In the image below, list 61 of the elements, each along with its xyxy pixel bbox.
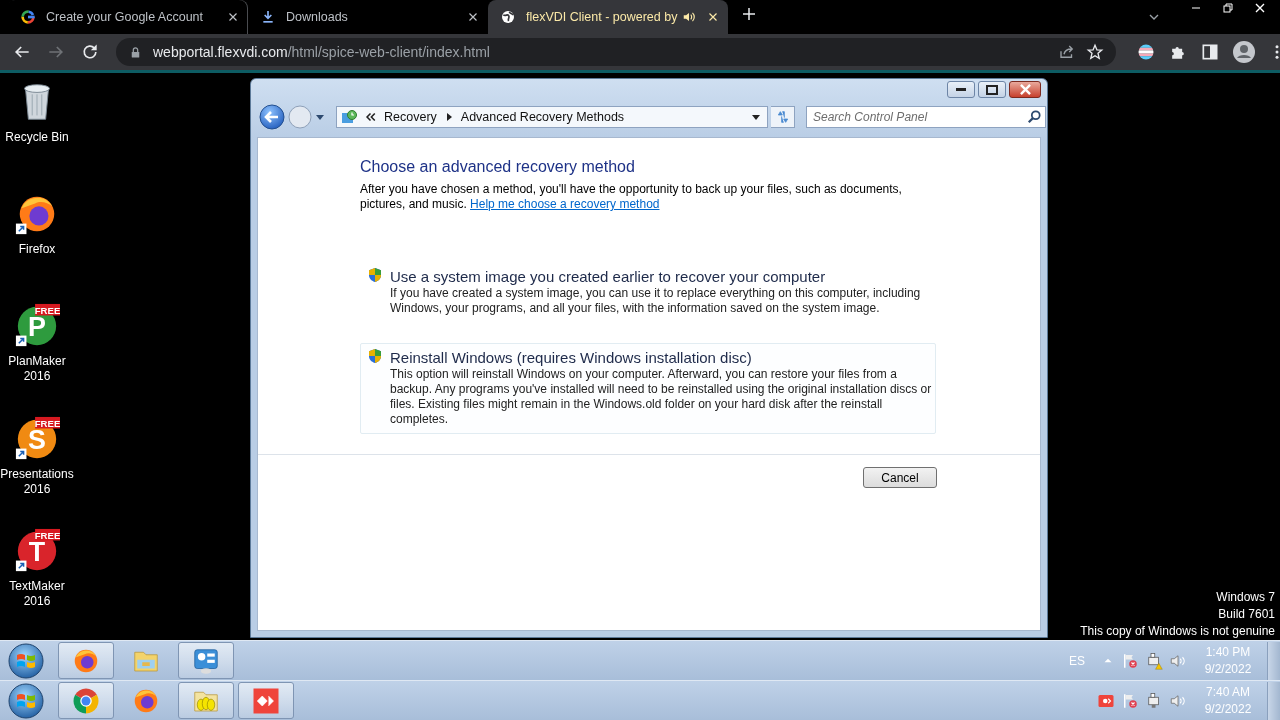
address-bar[interactable]: Recovery Advanced Recovery Methods [336, 106, 769, 128]
watermark-text: This copy of Windows is not genuine [1080, 623, 1275, 640]
download-icon [260, 9, 276, 25]
flag-icon[interactable] [1121, 691, 1139, 710]
option-description: If you have created a system image, you can use it to replace everything on this computer, including Windows, your programs, and all your files, with the information saved on the system image. [390, 286, 922, 316]
icon-label[interactable]: Recycle Bin [0, 130, 75, 145]
shield-icon [367, 267, 383, 283]
taskbar-button[interactable] [238, 682, 294, 719]
avatar-icon[interactable] [1232, 40, 1256, 64]
close-button[interactable] [1009, 81, 1041, 98]
minimize-icon [956, 88, 966, 91]
minimize-button[interactable] [947, 81, 975, 98]
icon-label[interactable]: TextMaker 2016 [0, 578, 75, 609]
intro-text: After you have chosen a method, you'll have the opportunity to back up your files, such as documents, pictures, and music. Help me choose a recovery method [360, 182, 903, 212]
icon-label[interactable]: Presentations 2016 [0, 466, 75, 497]
breadcrumb-item[interactable]: Recovery [384, 110, 437, 124]
new-tab-icon[interactable] [740, 5, 758, 23]
pride-flag-icon[interactable] [1136, 42, 1156, 62]
maximize-button[interactable] [978, 81, 1006, 98]
double-chevron-icon[interactable] [365, 111, 376, 123]
browser-tab[interactable]: Create your Google Account [8, 0, 248, 34]
taskbar-button[interactable] [178, 642, 234, 679]
icon-label[interactable]: Firefox [0, 242, 75, 258]
close-icon [1019, 84, 1031, 95]
caret-icon[interactable] [315, 112, 325, 122]
option-title: Reinstall Windows (requires Windows installation disc) [390, 348, 753, 367]
star-icon[interactable] [1086, 43, 1104, 61]
option-title: Use a system image you created earlier to recover your computer [390, 267, 827, 286]
caret-icon[interactable] [751, 112, 762, 122]
watermark-text: Build 7601 [1218, 606, 1275, 623]
url-text: webportal.flexvdi.com/html/spice-web-client/index.html [153, 44, 491, 60]
browser-tab[interactable]: flexVDI Client - powered by [488, 0, 728, 34]
address-bar[interactable]: webportal.flexvdi.com/html/spice-web-client/index.html [116, 38, 1116, 66]
icon-label[interactable]: PlanMaker 2016 [0, 354, 75, 385]
help-link[interactable]: Help me choose a recovery method [470, 197, 660, 211]
refresh-button[interactable] [771, 106, 795, 128]
shield-icon [367, 348, 383, 364]
restore-icon[interactable] [1220, 0, 1236, 16]
control-panel-icon [341, 109, 357, 125]
side-panel-icon[interactable] [1200, 42, 1220, 62]
option-description: This option will reinstall Windows on your computer. Afterward, you can restore your files from a backup. Any programs you've installed will need to be reinstalled using the original installation discs or files. Existing files might remain in the Windows.old folder on your hard disk after the reinstall completes. [390, 367, 933, 427]
recovery-option[interactable] [360, 343, 936, 434]
back-button[interactable] [259, 104, 285, 130]
start-button[interactable] [6, 680, 46, 720]
taskbar-button[interactable] [58, 642, 114, 679]
taskbar-button[interactable] [58, 682, 114, 719]
flag-icon[interactable] [1121, 651, 1139, 670]
search-field[interactable]: Search Control Panel [806, 106, 1046, 128]
maximize-icon [986, 84, 998, 95]
breadcrumb-item[interactable]: Advanced Recovery Methods [460, 110, 625, 124]
share-icon[interactable] [1058, 43, 1076, 61]
browser-tab[interactable]: Downloads [248, 0, 488, 34]
chevron-right-icon[interactable] [444, 112, 453, 122]
page-heading: Choose an advanced recovery method [360, 158, 636, 176]
cancel-button[interactable]: Cancel [863, 467, 937, 488]
google-icon [20, 9, 36, 25]
reload-button[interactable] [80, 42, 100, 62]
watermark-text: Windows 7 [1216, 589, 1275, 606]
globe-icon [500, 9, 516, 25]
network-icon[interactable] [1145, 651, 1163, 670]
start-button[interactable] [6, 640, 46, 681]
